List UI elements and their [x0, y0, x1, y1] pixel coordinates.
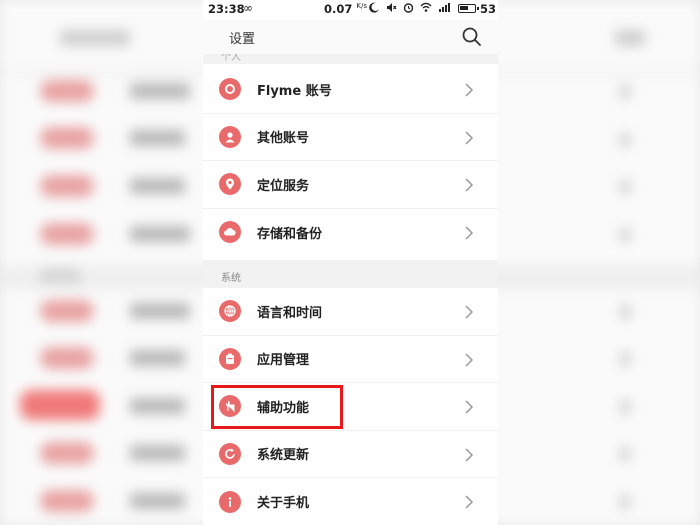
chevron-right-icon	[465, 178, 474, 192]
network-speed-unit: K/s	[356, 2, 367, 11]
chevron-right-icon	[465, 83, 474, 97]
settings-item-label: 其他账号	[257, 131, 310, 147]
settings-item-location[interactable]: 定位服务	[203, 161, 498, 209]
settings-item-about-phone[interactable]: 关于手机	[203, 478, 498, 525]
battery-level: 53	[480, 2, 497, 16]
section-header-personal: 个人	[203, 54, 498, 64]
chevron-right-icon	[465, 305, 474, 319]
section-label-system: 系统	[221, 273, 241, 284]
signal-icon	[439, 3, 450, 12]
section-header-system: 系统	[203, 260, 498, 288]
person-icon	[219, 125, 241, 148]
search-icon[interactable]	[460, 25, 484, 49]
status-time: 23:38	[208, 2, 245, 16]
battery-icon	[458, 4, 479, 13]
location-icon	[219, 173, 241, 196]
settings-screen: 23:38 ∞ 0.07 K/s 53 设置 个人 Flyme 账号 其他账号 …	[203, 0, 498, 525]
settings-item-label: 应用管理	[257, 353, 310, 369]
settings-item-label: 存储和备份	[257, 226, 323, 242]
header: 设置	[203, 20, 498, 54]
settings-item-language-time[interactable]: 语言和时间	[203, 288, 498, 336]
settings-item-label: 语言和时间	[257, 305, 323, 321]
loop-icon: ∞	[243, 1, 253, 15]
settings-item-storage-backup[interactable]: 存储和备份	[203, 209, 498, 257]
wifi-icon	[420, 2, 432, 12]
settings-item-label: 关于手机	[257, 496, 310, 512]
chevron-right-icon	[465, 447, 474, 462]
network-speed-value: 0.07	[324, 2, 353, 16]
settings-item-system-update[interactable]: 系统更新	[203, 431, 498, 478]
alarm-icon	[403, 3, 414, 13]
status-icons	[369, 2, 452, 13]
info-icon	[219, 490, 241, 513]
settings-item-label: Flyme 账号	[257, 83, 332, 99]
highlight-box	[211, 385, 343, 429]
network-speed: 0.07 K/s	[324, 2, 367, 16]
globe-icon	[219, 300, 241, 323]
chevron-right-icon	[465, 400, 474, 414]
app-icon	[219, 347, 241, 370]
section-label-personal: 个人	[221, 54, 241, 63]
status-bar: 23:38 ∞ 0.07 K/s 53	[203, 0, 498, 20]
chevron-right-icon	[465, 130, 474, 145]
settings-item-app-management[interactable]: 应用管理	[203, 336, 498, 383]
settings-item-other-accounts[interactable]: 其他账号	[203, 114, 498, 161]
page-title: 设置	[229, 32, 256, 47]
personal-list: Flyme 账号 其他账号 定位服务 存储和备份	[203, 66, 498, 256]
mute-icon	[387, 3, 397, 12]
chevron-right-icon	[465, 352, 474, 367]
settings-item-label: 系统更新	[257, 448, 310, 464]
dnd-moon-icon	[369, 2, 379, 13]
settings-item-flyme-account[interactable]: Flyme 账号	[203, 66, 498, 114]
refresh-icon	[219, 442, 241, 465]
cloud-icon	[219, 221, 241, 244]
chevron-right-icon	[465, 495, 474, 509]
chevron-right-icon	[465, 225, 474, 240]
settings-item-label: 定位服务	[257, 178, 310, 194]
account-icon	[219, 78, 241, 101]
